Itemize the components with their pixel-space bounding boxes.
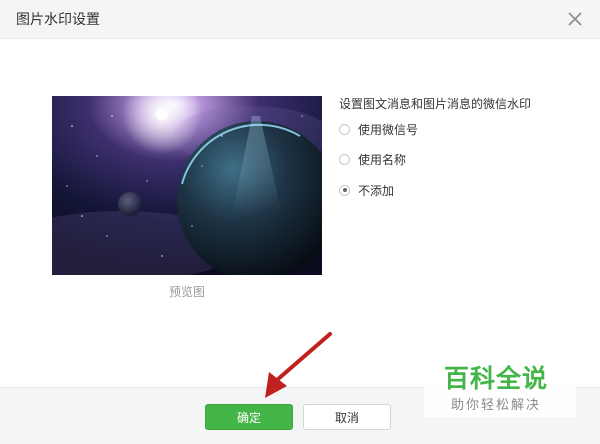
watermark-overlay: 百科全说 助你轻松解决 [424,355,576,417]
dialog-header: 图片水印设置 [0,0,600,39]
watermark-settings-dialog: 图片水印设置 预览图 设置图文消息和图片消息的微信水印 使用微信号 使用名称 不… [0,0,600,444]
watermark-options-title: 设置图文消息和图片消息的微信水印 [339,97,532,111]
close-button[interactable] [564,8,586,30]
watermark-logo: 百科全说 [444,364,549,393]
option-account-name[interactable]: 使用名称 [339,151,406,167]
option-no-watermark[interactable]: 不添加 [339,182,394,198]
watermark-slogan: 助你轻松解决 [451,398,542,413]
dialog-title: 图片水印设置 [16,12,100,28]
preview-caption: 预览图 [168,285,205,299]
radio-no-watermark[interactable] [339,184,350,196]
close-icon [568,12,582,26]
option-wechat-id[interactable]: 使用微信号 [339,121,418,137]
option-label: 不添加 [358,183,395,198]
cancel-button[interactable]: 取消 [303,404,391,430]
radio-wechat-id[interactable] [339,123,350,135]
option-label: 使用名称 [358,152,407,167]
space-planet-image [52,96,322,275]
confirm-button[interactable]: 确定 [205,404,293,430]
option-label: 使用微信号 [358,122,419,137]
red-arrow-icon [265,332,332,398]
preview-image [52,96,322,275]
radio-account-name[interactable] [339,153,350,165]
